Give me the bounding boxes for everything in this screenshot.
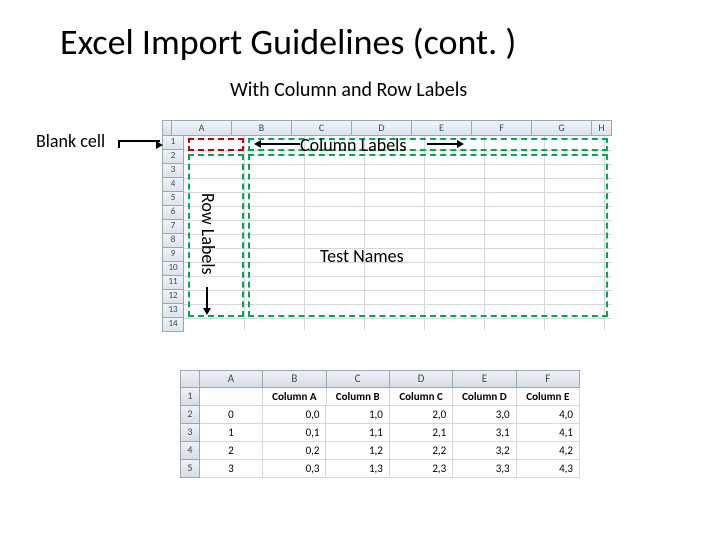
sheet1-rowhead: 7 <box>162 220 184 234</box>
sheet2-cell: 2 <box>200 442 263 460</box>
sheet2-cell: Column D <box>453 388 516 406</box>
sheet2-colhead: A <box>200 370 263 388</box>
sheet1-colhead: B <box>232 120 292 136</box>
sheet2-cell: 3,1 <box>453 424 516 442</box>
sheet2-colhead: E <box>453 370 516 388</box>
col-label-arrow-right <box>427 143 457 145</box>
sheet1-rowhead: 10 <box>162 262 184 276</box>
page-subtitle: With Column and Row Labels <box>230 78 467 102</box>
blank-cell-box <box>188 138 244 151</box>
sheet2-colhead: D <box>390 370 453 388</box>
sheet2-cell: Column B <box>327 388 390 406</box>
sheet2-rowhead: 4 <box>180 442 200 460</box>
sheet2-cell: 3,2 <box>453 442 516 460</box>
sheet2-rowhead: 3 <box>180 424 200 442</box>
sheet1-rowhead: 8 <box>162 234 184 248</box>
sheet2-cell: 1,1 <box>326 424 389 442</box>
blank-cell-label: Blank cell <box>36 130 105 152</box>
sheet1-rowhead: 9 <box>162 248 184 262</box>
sheet1-rowhead: 5 <box>162 192 184 206</box>
sheet2-cell: 4,3 <box>517 460 580 478</box>
page-title: Excel Import Guidelines (cont. ) <box>60 20 516 64</box>
sheet2-rowhead: 1 <box>180 388 200 406</box>
sheet2-cell: 4,2 <box>517 442 580 460</box>
sheet2-cell: 0,1 <box>263 424 326 442</box>
sheet2-cell: 4,0 <box>517 406 580 424</box>
sheet1-rowhead: 12 <box>162 290 184 304</box>
sheet1-rowhead: 13 <box>162 304 184 318</box>
sheet2-cell: 0 <box>200 406 263 424</box>
sheet1-rowhead: 6 <box>162 206 184 220</box>
sheet1-rowhead: 3 <box>162 164 184 178</box>
sheet2-corner <box>180 370 200 388</box>
arrow-right-icon <box>156 141 163 149</box>
sheet2-rowhead: 2 <box>180 406 200 424</box>
arrow-left-icon <box>254 140 261 148</box>
sheet1-corner <box>162 120 172 136</box>
sheet1-rowhead: 4 <box>162 178 184 192</box>
sheet2-colhead: B <box>263 370 326 388</box>
sheet2-cell: 1,2 <box>326 442 389 460</box>
row-labels-label: Row Labels <box>197 193 219 275</box>
sheet2-cell: 0,2 <box>263 442 326 460</box>
test-names-label: Test Names <box>320 245 404 267</box>
sheet2-cell: 2,2 <box>390 442 453 460</box>
arrow-down-icon <box>203 308 211 315</box>
sheet1-rowhead: 1 <box>162 136 184 150</box>
sheet2-cell: 0,0 <box>263 406 326 424</box>
sheet2-cell: 3,3 <box>453 460 516 478</box>
sheet2-cell: 0,3 <box>263 460 326 478</box>
spreadsheet-example-bottom: A B C D E F 1 Column A Column B Column C… <box>180 370 580 478</box>
sheet2-cell <box>200 388 263 406</box>
test-names-box <box>248 154 608 317</box>
sheet2-cell: 1 <box>200 424 263 442</box>
sheet1-colhead: F <box>472 120 532 136</box>
sheet2-cell: 3,0 <box>453 406 516 424</box>
arrow-right-icon <box>457 140 464 148</box>
sheet2-colhead: F <box>517 370 580 388</box>
blank-cell-arrow <box>118 140 160 148</box>
sheet2-cell: 1,0 <box>326 406 389 424</box>
sheet2-cell: Column A <box>263 388 326 406</box>
sheet1-rowhead: 14 <box>162 318 184 332</box>
sheet2-rowhead: 5 <box>180 460 200 478</box>
sheet2-cell: 2,1 <box>390 424 453 442</box>
sheet2-cell: 1,3 <box>326 460 389 478</box>
sheet2-cell: 2,0 <box>390 406 453 424</box>
sheet2-colhead: C <box>327 370 390 388</box>
sheet1-colhead: E <box>412 120 472 136</box>
column-labels-label: Column Labels <box>300 134 406 156</box>
sheet2-cell: Column C <box>390 388 453 406</box>
row-label-arrow <box>206 287 208 309</box>
sheet1-rowhead: 11 <box>162 276 184 290</box>
sheet2-cell: Column E <box>517 388 580 406</box>
sheet2-cell: 3 <box>200 460 263 478</box>
sheet1-colhead: A <box>172 120 232 136</box>
sheet1-colhead: H <box>592 120 612 136</box>
sheet2-cell: 2,3 <box>390 460 453 478</box>
sheet1-colhead: G <box>532 120 592 136</box>
sheet2-cell: 4,1 <box>517 424 580 442</box>
sheet1-rowhead: 2 <box>162 150 184 164</box>
col-label-arrow-left <box>260 143 300 145</box>
